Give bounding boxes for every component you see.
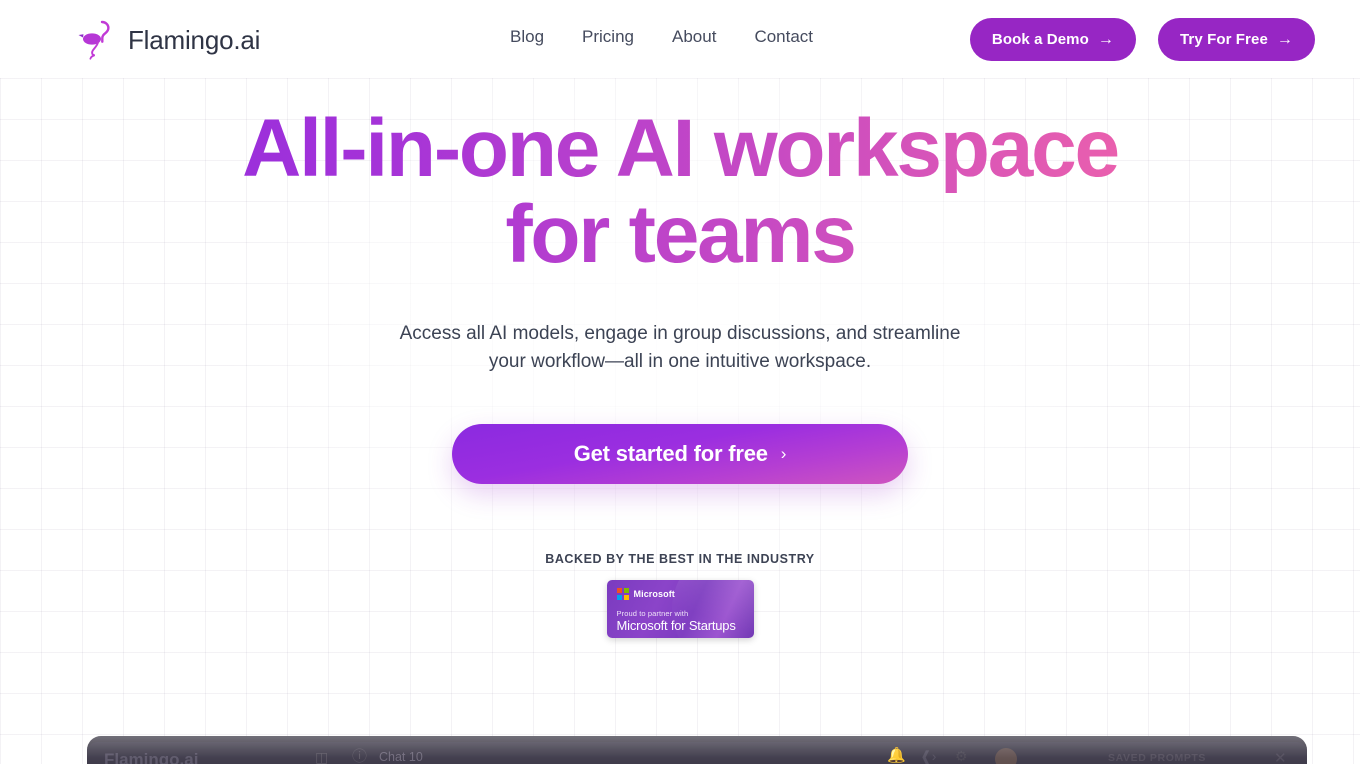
arrow-right-icon: → [1097,30,1114,48]
panel-layout-icon[interactable]: ◫ [315,750,328,764]
subtitle-line-2: your workflow—all in one intuitive works… [488,351,872,372]
nav-item-contact[interactable]: Contact [754,27,813,47]
info-circle-icon[interactable]: ⓘ [352,749,367,764]
close-icon[interactable]: ✕ [1274,749,1287,764]
subtitle-line-1: Access all AI models, engage in group di… [399,323,961,344]
cta-container: Get started for free › [0,424,1360,484]
microsoft-for-startups-badge[interactable]: Microsoft Proud to partner with Microsof… [606,580,754,638]
gear-icon[interactable]: ⚙ [955,749,968,763]
nav-item-pricing[interactable]: Pricing [582,27,634,47]
microsoft-wordmark: Microsoft [633,589,675,599]
flamingo-icon [78,20,110,60]
app-preview-brand: Flamingo.ai [104,750,199,764]
arrow-right-icon: → [1276,30,1293,48]
headline-line-1: All-in-one AI workspace [242,103,1118,194]
microsoft-logo-row: Microsoft [616,588,675,600]
main-navigation: Blog Pricing About Contact [510,27,813,47]
book-demo-label: Book a Demo [991,31,1089,48]
try-for-free-button[interactable]: Try For Free → [1157,18,1315,61]
page-title: All-in-one AI workspace for teams [0,106,1360,278]
chevron-right-icon: › [780,444,787,463]
nav-item-blog[interactable]: Blog [510,27,544,47]
get-started-label: Get started for free [573,441,768,466]
badge-proud-text: Proud to partner with [616,609,689,618]
partner-badge-container: Microsoft Proud to partner with Microsof… [0,580,1360,638]
brand-logo-link[interactable]: Flamingo.ai [78,18,260,62]
microsoft-squares-icon [616,588,629,600]
brand-name: Flamingo.ai [128,24,261,55]
badge-title: Microsoft for Startups [616,618,736,633]
try-for-free-label: Try For Free [1179,31,1268,48]
hero-subtitle: Access all AI models, engage in group di… [0,320,1360,376]
site-header: Flamingo.ai Blog Pricing About Contact B… [0,0,1360,78]
get-started-button[interactable]: Get started for free › [452,424,908,484]
book-demo-button[interactable]: Book a Demo → [969,18,1136,61]
hero-section: All-in-one AI workspace for teams Access… [0,78,1360,638]
app-preview-panel: Flamingo.ai ◫ ⓘ Chat 10 🔔 ❰› ⚙ SAVED PRO… [87,736,1307,764]
backed-by-label: BACKED BY THE BEST IN THE INDUSTRY [545,552,815,566]
app-preview-chat-label: Chat 10 [379,750,423,764]
nav-item-about[interactable]: About [672,27,716,47]
bell-icon[interactable]: 🔔 [887,748,906,763]
avatar[interactable] [995,748,1017,764]
share-icon[interactable]: ❰› [920,749,936,763]
header-actions: Book a Demo → Try For Free → [969,18,1315,61]
saved-prompts-title: SAVED PROMPTS [1108,752,1207,764]
headline-line-2: for teams [505,189,855,280]
